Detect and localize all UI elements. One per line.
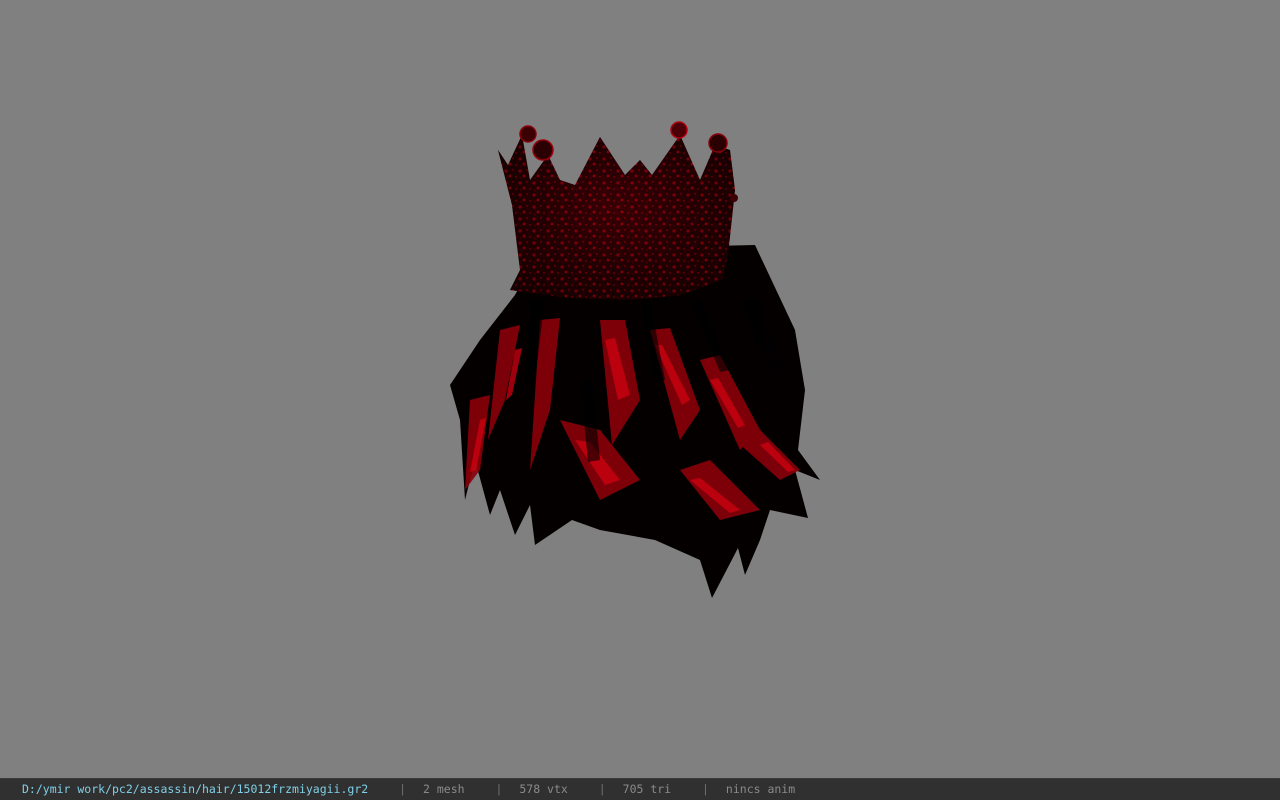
separator: | <box>495 782 503 796</box>
status-bar: D:/ymir work/pc2/assassin/hair/15012frzm… <box>0 778 1280 800</box>
file-path-label: D:/ymir work/pc2/assassin/hair/15012frzm… <box>22 782 369 796</box>
separator: | <box>702 782 709 796</box>
hair-model-render[interactable] <box>0 0 1280 778</box>
3d-viewport[interactable] <box>0 0 1280 778</box>
vertex-count-label: 578 vtx <box>519 782 568 796</box>
separator: | <box>399 782 407 796</box>
triangle-count-label: 705 tri <box>622 782 672 796</box>
separator: | <box>598 782 606 796</box>
crown-mesh <box>498 121 738 300</box>
mesh-count-label: 2 mesh <box>423 782 465 796</box>
animation-status-label: nincs anim <box>725 782 796 796</box>
